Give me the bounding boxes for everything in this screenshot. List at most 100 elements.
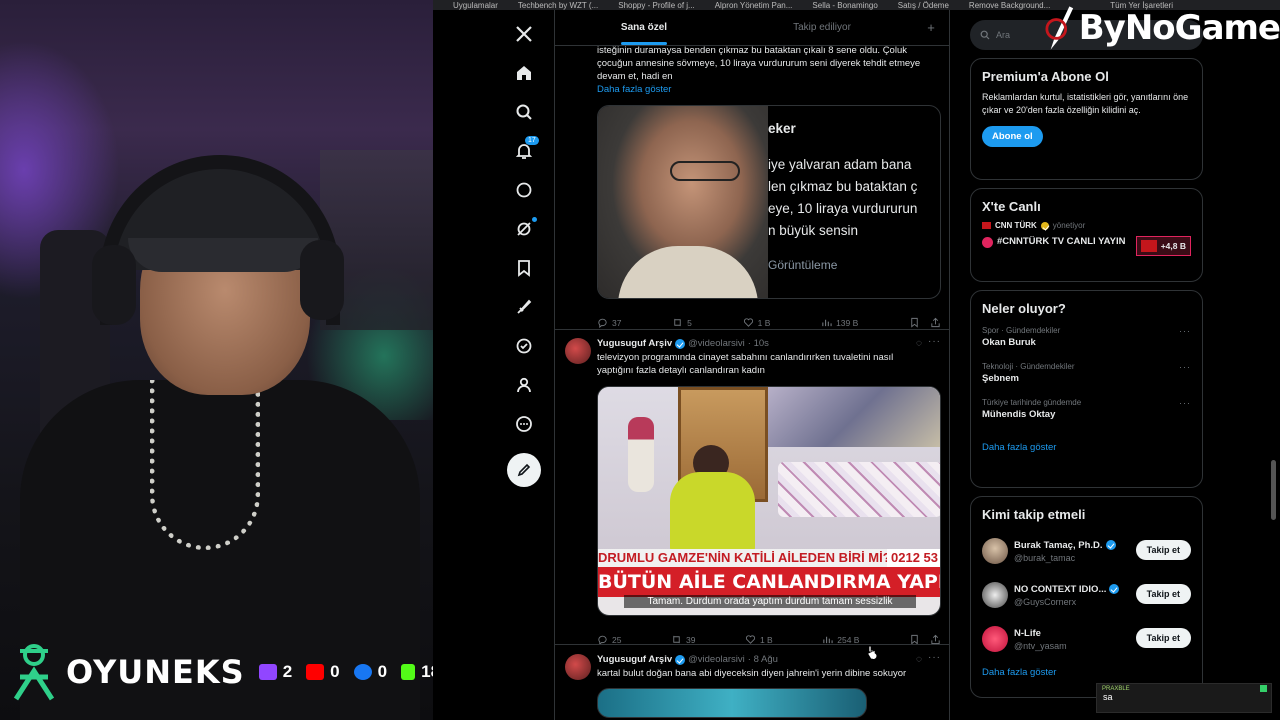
home-icon[interactable] bbox=[503, 53, 545, 92]
subscribe-button[interactable]: Abone ol bbox=[982, 126, 1043, 147]
follow-button[interactable]: Takip et bbox=[1135, 584, 1191, 604]
trend-category: Teknoloji · Gündemdekiler bbox=[982, 362, 1075, 371]
like-button[interactable]: 1 B bbox=[743, 317, 770, 328]
jobs-rocket-icon[interactable] bbox=[503, 287, 545, 326]
post-time[interactable]: · 8 Ağu bbox=[748, 654, 778, 665]
bynogame-watermark: ByNoGame bbox=[1045, 0, 1280, 55]
post-divider bbox=[555, 329, 949, 330]
compose-icon bbox=[517, 463, 531, 477]
bookmarks-icon[interactable] bbox=[503, 248, 545, 287]
sidebar-nav: 17 bbox=[503, 14, 545, 443]
author-name[interactable]: Yugusuguf Arşiv bbox=[597, 338, 672, 349]
stream-chat-overlay: PRAXBLE sa bbox=[1096, 683, 1272, 713]
follow-suggestion[interactable]: Burak Tamaç, Ph.D. @burak_tamac Takip et bbox=[982, 529, 1191, 573]
trends-show-more[interactable]: Daha fazla göster bbox=[982, 442, 1191, 453]
live-count: +4,8 B bbox=[1160, 241, 1186, 251]
bookmark-icon[interactable] bbox=[909, 317, 920, 328]
tab-following[interactable]: Takip ediliyor bbox=[733, 10, 911, 45]
x-logo-icon[interactable] bbox=[503, 14, 545, 53]
more-options-icon[interactable]: ··· bbox=[1179, 326, 1191, 336]
trends-card: Neler oluyor? Spor · Gündemdekiler Okan … bbox=[970, 290, 1203, 488]
repost-button[interactable]: 5 bbox=[672, 317, 692, 328]
post-media[interactable]: DRUMLU GAMZE'NİN KATİLİ AİLEDEN BİRİ Mİ?… bbox=[597, 386, 941, 616]
tab-for-you[interactable]: Sana özel bbox=[555, 10, 733, 45]
post[interactable]: Yugusuguf Arşiv @videolarsivi · 8 Ağu ◌ … bbox=[555, 652, 949, 720]
follow-suggestion[interactable]: N-Life @ntv_yasam Takip et bbox=[982, 617, 1191, 661]
media-line: eye, 10 liraya vurdururun bbox=[768, 201, 918, 216]
chat-close-icon[interactable] bbox=[1260, 685, 1267, 692]
live-host-row: CNN TÜRK yönetiyor bbox=[982, 221, 1191, 230]
post[interactable]: isteğinin duramaysa benden çıkmaz bu bat… bbox=[555, 44, 949, 334]
who-to-follow-show-more[interactable]: Daha fazla göster bbox=[982, 667, 1191, 678]
cnn-logo-icon bbox=[982, 222, 991, 229]
post-header: Yugusuguf Arşiv @videolarsivi · 10s bbox=[597, 338, 769, 349]
avatar[interactable] bbox=[982, 626, 1008, 652]
facebook-count: 0 bbox=[377, 662, 388, 681]
avatar[interactable] bbox=[982, 582, 1008, 608]
youtube-count: 0 bbox=[330, 662, 340, 681]
timeline-tabs: Sana özel Takip ediliyor + bbox=[555, 10, 949, 46]
views-button[interactable]: 139 B bbox=[821, 317, 858, 328]
trend-item[interactable]: Türkiye tarihinde gündemde Mühendis Okta… bbox=[982, 398, 1191, 420]
grok-dot bbox=[532, 217, 537, 222]
live-host[interactable]: CNN TÜRK bbox=[995, 221, 1037, 230]
page-scrollbar[interactable] bbox=[1271, 460, 1276, 520]
trend-name: Mühendis Oktay bbox=[982, 409, 1056, 420]
live-title: X'te Canlı bbox=[982, 199, 1041, 214]
trend-category: Türkiye tarihinde gündemde bbox=[982, 398, 1082, 407]
author-name[interactable]: Yugusuguf Arşiv bbox=[597, 654, 672, 665]
trend-item[interactable]: Teknoloji · Gündemdekiler Şebnem ··· bbox=[982, 362, 1191, 384]
reply-button[interactable]: 37 bbox=[597, 317, 621, 328]
messages-icon[interactable] bbox=[503, 170, 545, 209]
follow-button[interactable]: Takip et bbox=[1135, 540, 1191, 560]
browser-window: Uygulamalar Techbench by WZT (... Shoppy… bbox=[433, 0, 1280, 720]
youtube-viewers: 0 bbox=[306, 662, 340, 682]
notifications-icon[interactable]: 17 bbox=[503, 131, 545, 170]
author-handle[interactable]: @videolarsivi bbox=[688, 338, 745, 349]
grok-icon[interactable] bbox=[503, 209, 545, 248]
grok-small-icon[interactable]: ◌ bbox=[916, 654, 923, 665]
verified-orgs-icon[interactable] bbox=[503, 326, 545, 365]
avatar[interactable] bbox=[982, 538, 1008, 564]
live-stream-item[interactable]: #CNNTÜRK TV CANLI YAYIN +4,8 B bbox=[982, 236, 1191, 256]
more-options-icon[interactable]: ··· bbox=[928, 336, 941, 347]
timeline: Sana özel Takip ediliyor + isteğinin dur… bbox=[554, 10, 950, 720]
avatar[interactable] bbox=[565, 654, 591, 680]
headset-ear-left bbox=[92, 245, 136, 325]
post-time[interactable]: · 10s bbox=[748, 338, 769, 349]
post-media[interactable] bbox=[597, 688, 867, 718]
bookmark[interactable]: Uygulamalar bbox=[453, 1, 498, 10]
live-viewer-count[interactable]: +4,8 B bbox=[1135, 236, 1191, 256]
brand-name: OYUNEKS bbox=[66, 653, 245, 691]
more-options-icon[interactable]: ··· bbox=[928, 652, 941, 663]
bookmark[interactable]: Sella - Bonamingo bbox=[812, 1, 877, 10]
add-tab-button[interactable]: + bbox=[911, 10, 949, 45]
twitch-icon bbox=[258, 664, 277, 680]
post-media[interactable]: eker iye yalvaran adam bana len çıkmaz b… bbox=[597, 105, 941, 299]
share-icon[interactable] bbox=[930, 317, 941, 328]
compose-post-button[interactable] bbox=[507, 453, 541, 487]
studio-bed bbox=[778, 462, 940, 517]
bookmark[interactable]: Shoppy - Profile of j... bbox=[618, 1, 694, 10]
post[interactable]: Yugusuguf Arşiv @videolarsivi · 10s ◌ ··… bbox=[555, 336, 949, 645]
author-handle[interactable]: @videolarsivi bbox=[688, 654, 745, 665]
profile-icon[interactable] bbox=[503, 365, 545, 404]
follow-button[interactable]: Takip et bbox=[1135, 628, 1191, 648]
trend-item[interactable]: Spor · Gündemdekiler Okan Buruk ··· bbox=[982, 326, 1191, 348]
suggestion-name: NO CONTEXT IDIO... bbox=[1014, 583, 1107, 595]
bookmark[interactable]: Satış / Ödeme bbox=[898, 1, 949, 10]
kick-count: 18 bbox=[421, 662, 433, 681]
search-icon[interactable] bbox=[503, 92, 545, 131]
show-more-link[interactable]: Daha fazla göster bbox=[597, 84, 671, 95]
youtube-icon bbox=[306, 664, 325, 680]
more-icon[interactable] bbox=[503, 404, 545, 443]
bookmark[interactable]: Remove Background... bbox=[969, 1, 1050, 10]
kick-viewers: 18 bbox=[401, 662, 433, 682]
avatar[interactable] bbox=[565, 338, 591, 364]
follow-suggestion[interactable]: NO CONTEXT IDIO... @GuysCornerx Takip et bbox=[982, 573, 1191, 617]
more-options-icon[interactable]: ··· bbox=[1179, 362, 1191, 372]
grok-small-icon[interactable]: ◌ bbox=[916, 338, 923, 349]
more-options-icon[interactable]: ··· bbox=[1179, 398, 1191, 408]
bookmark[interactable]: Alpron Yönetim Pan... bbox=[715, 1, 793, 10]
bookmark[interactable]: Techbench by WZT (... bbox=[518, 1, 598, 10]
